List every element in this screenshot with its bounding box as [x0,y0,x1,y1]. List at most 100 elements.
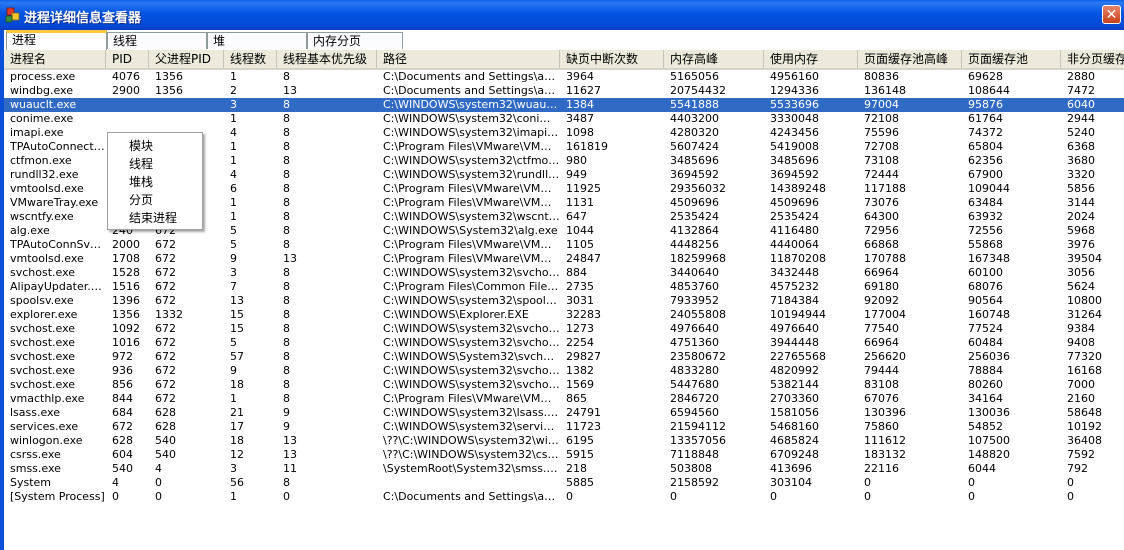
title-bar[interactable]: 进程详细信息查看器 ✕ [0,0,1124,30]
cell-nonpaged-pool: 5624 [1067,280,1095,293]
tab-processes[interactable]: 进程 [6,30,107,51]
cell-path: C:\WINDOWS\system32\svchost.... [383,336,560,349]
table-row[interactable]: AlipayUpdater.exe 1516 672 7 8 C:\Program Fil… [4,280,1124,294]
cell-memory-used: 3432448 [770,266,819,279]
cell-nonpaged-pool: 7000 [1067,378,1095,391]
process-list[interactable]: 进程名 PID 父进程PID 线程数 线程基本优先级 路径 缺页中断次数 内存高峰 使用内存 页面… [4,50,1124,550]
cell-pid: 628 [112,434,133,447]
cell-threads: 1 [230,70,237,83]
table-row[interactable]: spoolsv.exe 1396 672 13 8 C:\WINDOWS\system32… [4,294,1124,308]
column-header-priority[interactable]: 线程基本优先级 [277,50,377,68]
table-row[interactable]: svchost.exe 972 672 57 8 C:\WINDOWS\System32\… [4,350,1124,364]
cell-pid: 2900 [112,84,140,97]
cell-memory-used: 2703360 [770,392,819,405]
cell-peak-memory: 2846720 [670,392,719,405]
cell-pid: 2000 [112,238,140,251]
table-row[interactable]: vmacthlp.exe 844 672 1 8 C:\Program Files\VMw… [4,392,1124,406]
menu-item-modules[interactable]: 模块 [108,137,202,155]
column-header-path[interactable]: 路径 [377,50,560,68]
table-row[interactable]: svchost.exe 1092 672 15 8 C:\WINDOWS\system32… [4,322,1124,336]
cell-priority: 8 [283,224,290,237]
cell-nonpaged-pool: 2160 [1067,392,1095,405]
table-row[interactable]: explorer.exe 1356 1332 15 8 C:\WINDOWS\Explor… [4,308,1124,322]
column-header-peak-paged-pool[interactable]: 页面缓存池高峰 [858,50,962,68]
cell-path: C:\WINDOWS\system32\lsass.exe [383,406,560,419]
cell-peak-memory: 20754432 [670,84,726,97]
cell-ppid: 628 [155,406,176,419]
table-row[interactable]: process.exe 4076 1356 1 8 C:\Documents and Se… [4,70,1124,84]
tab-memory-pages[interactable]: 内存分页 [307,32,403,49]
table-row[interactable]: services.exe 672 628 17 9 C:\WINDOWS\system32… [4,420,1124,434]
cell-peak-paged-pool: 75596 [864,126,899,139]
cell-peak-paged-pool: 111612 [864,434,906,447]
close-button[interactable]: ✕ [1102,5,1121,24]
cell-peak-paged-pool: 170788 [864,252,906,265]
cell-threads: 1 [230,196,237,209]
column-header-page-faults[interactable]: 缺页中断次数 [560,50,664,68]
column-header-pid[interactable]: PID [106,50,149,68]
table-row[interactable]: svchost.exe 936 672 9 8 C:\WINDOWS\system32\s… [4,364,1124,378]
cell-peak-paged-pool: 117188 [864,182,906,195]
cell-paged-pool: 160748 [968,308,1010,321]
cell-name: svchost.exe [10,322,76,335]
column-header-paged-pool[interactable]: 页面缓存池 [962,50,1061,68]
cell-memory-used: 4956160 [770,70,819,83]
cell-page-faults: 1098 [566,126,594,139]
cell-threads: 1 [230,112,237,125]
cell-name: csrss.exe [10,448,61,461]
table-row[interactable]: svchost.exe 856 672 18 8 C:\WINDOWS\system32\… [4,378,1124,392]
column-header-memory-used[interactable]: 使用内存 [764,50,858,68]
cell-peak-paged-pool: 83108 [864,378,899,391]
cell-priority: 8 [283,308,290,321]
menu-item-stack[interactable]: 堆栈 [108,173,202,191]
tab-heap[interactable]: 堆 [207,32,307,49]
cell-threads: 1 [230,210,237,223]
cell-ppid: 0 [155,490,162,503]
cell-threads: 57 [230,350,244,363]
cell-peak-paged-pool: 97004 [864,98,899,111]
cell-nonpaged-pool: 58648 [1067,406,1102,419]
cell-threads: 9 [230,364,237,377]
cell-path: C:\Documents and Settings\angel... [383,84,560,97]
cell-paged-pool: 61764 [968,112,1003,125]
cell-priority: 8 [283,280,290,293]
cell-peak-paged-pool: 66868 [864,238,899,251]
table-row[interactable]: csrss.exe 604 540 12 13 \??\C:\WINDOWS\system… [4,448,1124,462]
table-row[interactable]: smss.exe 540 4 3 11 \SystemRoot\System32\smss… [4,462,1124,476]
table-row[interactable]: TPAutoConnSvc.... 2000 672 5 8 C:\Program Fil… [4,238,1124,252]
table-row[interactable]: svchost.exe 1528 672 3 8 C:\WINDOWS\system32\… [4,266,1124,280]
cell-nonpaged-pool: 5968 [1067,224,1095,237]
cell-name: imapi.exe [10,126,64,139]
table-row[interactable]: svchost.exe 1016 672 5 8 C:\WINDOWS\system32\… [4,336,1124,350]
cell-pid: 672 [112,420,133,433]
table-row[interactable]: System 4 0 56 8 5885 2158592 303104 0 0 0 [4,476,1124,490]
column-header-name[interactable]: 进程名 [4,50,106,68]
tab-threads[interactable]: 线程 [107,32,207,49]
cell-memory-used: 5382144 [770,378,819,391]
cell-nonpaged-pool: 36408 [1067,434,1102,447]
table-row[interactable]: conime.exe 1 8 C:\WINDOWS\system32\conime..… [4,112,1124,126]
cell-name: alg.exe [10,224,50,237]
cell-paged-pool: 109044 [968,182,1010,195]
table-row[interactable]: windbg.exe 2900 1356 2 13 C:\Documents and Se… [4,84,1124,98]
cell-name: svchost.exe [10,378,76,391]
table-row[interactable]: [System Process] 0 0 1 0 C:\Documents and Set… [4,490,1124,504]
menu-item-end-process[interactable]: 结束进程 [108,209,202,227]
cell-ppid: 672 [155,266,176,279]
table-row[interactable]: wuauclt.exe 3 8 C:\WINDOWS\system32\wuauclt… [4,98,1124,112]
menu-item-paging[interactable]: 分页 [108,191,202,209]
cell-paged-pool: 60484 [968,336,1003,349]
table-row[interactable]: lsass.exe 684 628 21 9 C:\WINDOWS\system32\ls… [4,406,1124,420]
cell-peak-memory: 23580672 [670,350,726,363]
table-row[interactable]: vmtoolsd.exe 1708 672 9 13 C:\Program Files\V… [4,252,1124,266]
column-header-nonpaged-pool[interactable]: 非分页缓存 [1061,50,1124,68]
cell-peak-memory: 4751360 [670,336,719,349]
menu-item-threads[interactable]: 线程 [108,155,202,173]
cell-paged-pool: 108644 [968,84,1010,97]
table-row[interactable]: winlogon.exe 628 540 18 13 \??\C:\WINDOWS\sys… [4,434,1124,448]
column-header-threads[interactable]: 线程数 [224,50,277,68]
cell-nonpaged-pool: 5240 [1067,126,1095,139]
cell-path: C:\WINDOWS\system32\imapi.exe [383,126,560,139]
column-header-peak-memory[interactable]: 内存高峰 [664,50,764,68]
column-header-ppid[interactable]: 父进程PID [149,50,224,68]
